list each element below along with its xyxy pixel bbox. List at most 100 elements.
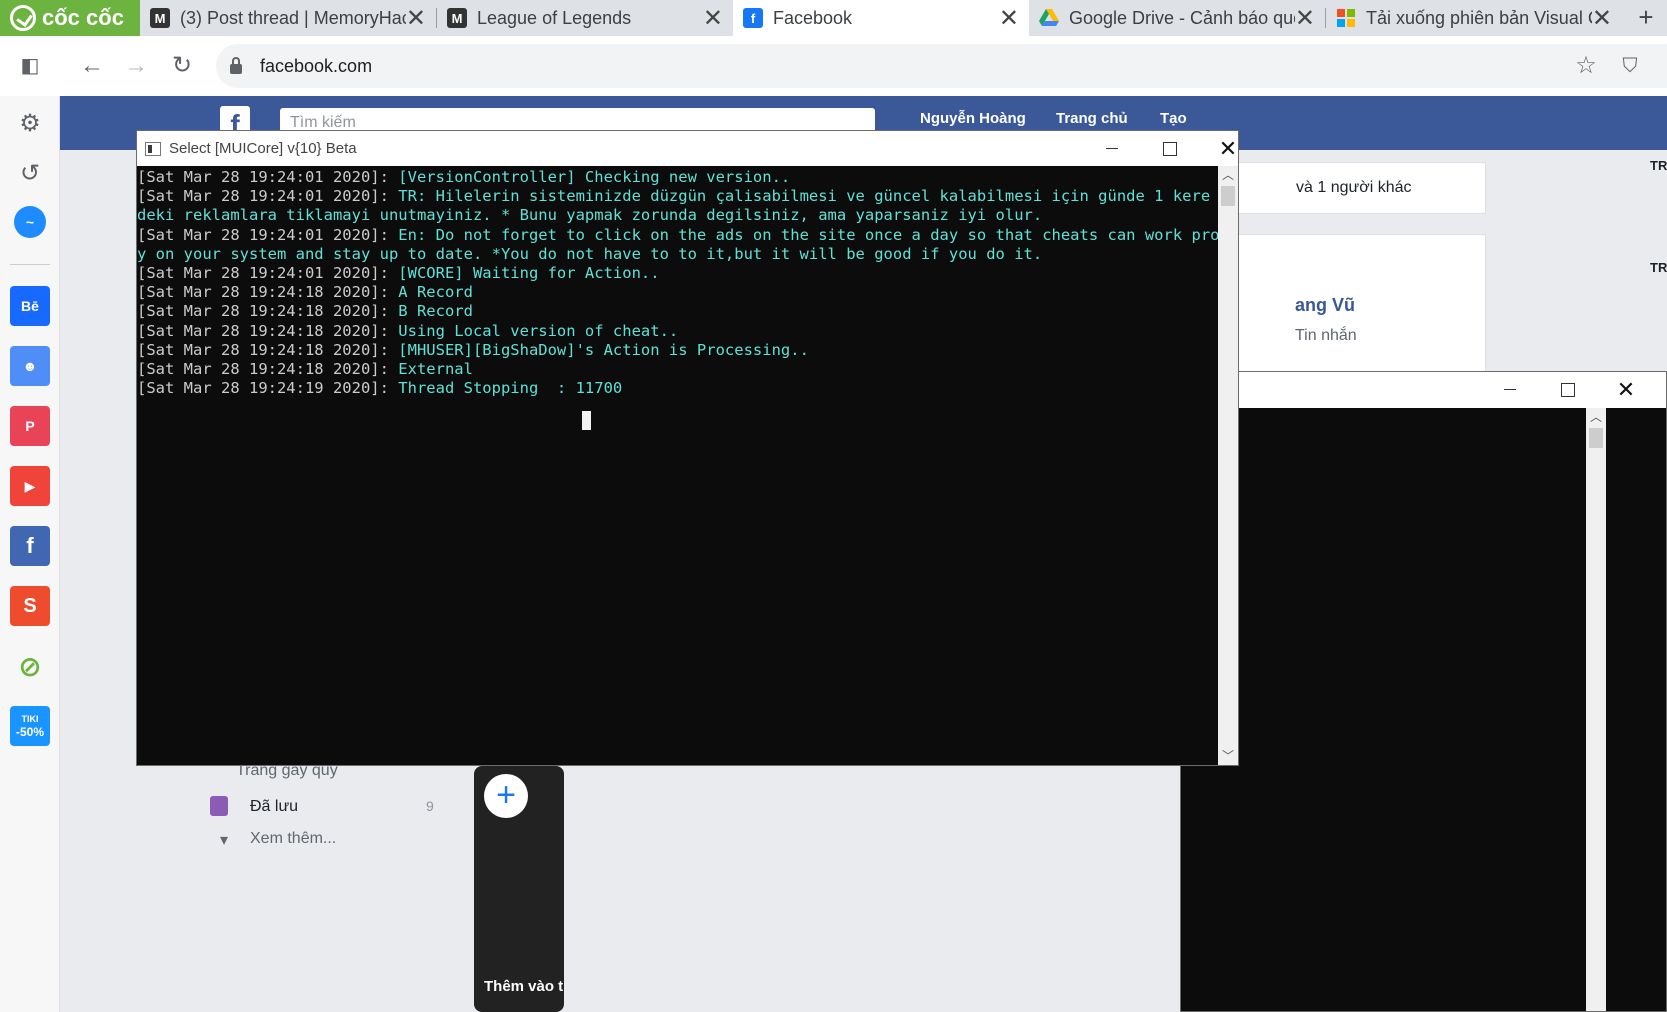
- console-line: [Sat Mar 28 19:24:18 2020]: [MHUSER][Big…: [137, 341, 1218, 360]
- console-message: deki reklamlara tiklamayi unutmayiniz. *…: [137, 206, 1043, 225]
- right-tag: TR: [1650, 158, 1667, 173]
- tab-title: Google Drive - Cảnh báo quét: [1069, 7, 1295, 28]
- menu-more[interactable]: Xem thêm...: [250, 830, 336, 848]
- menu-saved[interactable]: Đã lưu: [250, 798, 298, 816]
- screen: cốc cốc M (3) Post thread | MemoryHack ✕…: [0, 0, 1667, 1012]
- messenger-icon[interactable]: ~: [14, 206, 46, 238]
- new-tab-button[interactable]: +: [1628, 0, 1664, 36]
- console-message: A Record: [398, 283, 473, 302]
- saved-count: 9: [426, 798, 434, 814]
- close-icon[interactable]: ✕: [406, 4, 426, 33]
- console-timestamp: [Sat Mar 28 19:24:19 2020]:: [137, 379, 399, 398]
- scroll-thumb[interactable]: [1221, 186, 1235, 206]
- close-icon[interactable]: ✕: [1295, 4, 1315, 33]
- settings-icon[interactable]: ⚙: [16, 110, 44, 138]
- saved-icon: [210, 796, 228, 816]
- console-timestamp: [Sat Mar 28 19:24:18 2020]:: [137, 321, 399, 340]
- shield-icon[interactable]: ⛉: [1614, 50, 1646, 82]
- coccoc-brand-button[interactable]: cốc cốc: [0, 0, 140, 36]
- facebook-icon[interactable]: f: [10, 526, 50, 566]
- add-story-plus-icon[interactable]: +: [484, 774, 528, 818]
- scroll-up-icon[interactable]: ︿: [1218, 166, 1238, 184]
- maximize-icon[interactable]: [1141, 131, 1199, 166]
- console-output[interactable]: [Sat Mar 28 19:24:01 2020]: [VersionCont…: [137, 166, 1218, 765]
- coccoc-icon[interactable]: ⊘: [10, 646, 50, 686]
- story-card[interactable]: + Thêm vào t: [474, 766, 564, 1012]
- behance-icon[interactable]: Bē: [10, 286, 50, 326]
- vertical-scrollbar[interactable]: ︿: [1586, 408, 1606, 1011]
- profile-name[interactable]: Nguyễn Hoàng: [920, 110, 1026, 127]
- messages-link[interactable]: Tin nhắn: [1295, 327, 1357, 345]
- address-bar[interactable]: facebook.com: [216, 44, 1667, 88]
- console-line: [Sat Mar 28 19:24:19 2020]: Thread Stopp…: [137, 379, 1218, 398]
- close-icon[interactable]: ✕: [999, 4, 1019, 33]
- sidebar-toggle-icon[interactable]: ◧: [14, 50, 46, 82]
- memoryhackers-icon: M: [150, 8, 170, 28]
- tab-title: Tải xuống phiên bản Visual C: [1366, 7, 1592, 28]
- google-drive-icon: [1039, 8, 1059, 28]
- tab-visual-c[interactable]: Tải xuống phiên bản Visual C ✕: [1326, 0, 1622, 36]
- back-icon[interactable]: ←: [76, 50, 108, 82]
- console-timestamp: [Sat Mar 28 19:24:18 2020]:: [137, 360, 399, 379]
- console-window-secondary[interactable]: ✕ ︿: [1180, 371, 1667, 1012]
- vertical-scrollbar[interactable]: ︿ ﹀: [1218, 166, 1238, 765]
- window-titlebar[interactable]: ✕: [1181, 372, 1666, 408]
- scroll-down-icon[interactable]: ﹀: [1218, 747, 1238, 765]
- text-cursor: [582, 411, 591, 430]
- console-message: [WCORE] Waiting for Action..: [398, 264, 660, 283]
- browser-sidebar: ⚙ ↺ ~ Bē ☻ P ▶ f S ⊘ TIKI -50%: [0, 96, 60, 1012]
- console-timestamp: [Sat Mar 28 19:24:01 2020]:: [137, 187, 399, 206]
- scroll-thumb[interactable]: [1589, 428, 1603, 448]
- console-message: B Record: [398, 302, 473, 321]
- close-icon[interactable]: ✕: [1597, 372, 1655, 407]
- memoryhackers-icon: M: [447, 8, 467, 28]
- console-line: [Sat Mar 28 19:24:18 2020]: B Record: [137, 302, 1218, 321]
- browser-toolbar: ◧ ← → ↻ facebook.com ☆ ⛉: [0, 36, 1667, 96]
- console-timestamp: [Sat Mar 28 19:24:01 2020]:: [137, 225, 399, 244]
- url-text: facebook.com: [260, 55, 373, 76]
- console-line: [Sat Mar 28 19:24:01 2020]: [WCORE] Wait…: [137, 264, 1218, 283]
- tiki-icon[interactable]: TIKI -50%: [10, 706, 50, 746]
- history-icon[interactable]: ↺: [16, 160, 44, 188]
- console-timestamp: [Sat Mar 28 19:24:01 2020]:: [137, 168, 399, 186]
- console-line: [Sat Mar 28 19:24:01 2020]: TR: Hileleri…: [137, 187, 1218, 206]
- close-icon[interactable]: ✕: [703, 4, 723, 33]
- nav-create-link[interactable]: Tạo: [1160, 110, 1187, 127]
- console-line: [Sat Mar 28 19:24:18 2020]: A Record: [137, 283, 1218, 302]
- nav-home-link[interactable]: Trang chủ: [1056, 110, 1128, 127]
- forward-icon[interactable]: →: [120, 50, 152, 82]
- console-message: y on your system and stay up to date. *Y…: [137, 244, 1043, 263]
- tab-facebook[interactable]: f Facebook ✕: [733, 0, 1029, 36]
- minimize-icon[interactable]: [1083, 131, 1141, 166]
- close-icon[interactable]: ✕: [1199, 131, 1257, 166]
- window-titlebar[interactable]: Select [MUICore] v{10} Beta ✕: [137, 131, 1238, 166]
- shopee-icon[interactable]: S: [10, 586, 50, 626]
- minimize-icon[interactable]: [1481, 372, 1539, 407]
- console-message: En: Do not forget to click on the ads on…: [398, 225, 1218, 244]
- microsoft-icon: [1336, 8, 1356, 28]
- tab-memoryhackers-post[interactable]: M (3) Post thread | MemoryHack ✕: [140, 0, 436, 36]
- browser-tab-strip: cốc cốc M (3) Post thread | MemoryHack ✕…: [0, 0, 1667, 36]
- console-window-main[interactable]: Select [MUICore] v{10} Beta ✕ [Sat Mar 2…: [136, 130, 1239, 766]
- console-line: deki reklamlara tiklamayi unutmayiniz. *…: [137, 206, 1218, 225]
- notification-text: và 1 người khác: [1296, 179, 1412, 196]
- tab-google-drive[interactable]: Google Drive - Cảnh báo quét ✕: [1029, 0, 1325, 36]
- scroll-up-icon[interactable]: ︿: [1586, 408, 1606, 426]
- console-line: [Sat Mar 28 19:24:18 2020]: Using Local …: [137, 322, 1218, 341]
- coccoc-logo-icon: [10, 5, 36, 31]
- chevron-down-icon: ▾: [220, 832, 229, 849]
- maximize-icon[interactable]: [1539, 372, 1597, 407]
- pinterest-icon[interactable]: P: [10, 406, 50, 446]
- facebook-icon: f: [743, 8, 763, 28]
- close-icon[interactable]: ✕: [1592, 4, 1612, 33]
- tab-league-of-legends[interactable]: M League of Legends ✕: [437, 0, 733, 36]
- profile-side-name[interactable]: ang Vũ: [1295, 295, 1355, 316]
- brand-label: cốc cốc: [42, 5, 124, 30]
- robot-icon[interactable]: ☻: [10, 346, 50, 386]
- console-message: Thread Stopping : 11700: [398, 379, 623, 398]
- youtube-icon[interactable]: ▶: [10, 466, 50, 506]
- console-timestamp: [Sat Mar 28 19:24:18 2020]:: [137, 283, 399, 302]
- bookmark-star-icon[interactable]: ☆: [1570, 50, 1602, 82]
- reload-icon[interactable]: ↻: [166, 50, 198, 82]
- console-line: [Sat Mar 28 19:24:18 2020]: External: [137, 360, 1218, 379]
